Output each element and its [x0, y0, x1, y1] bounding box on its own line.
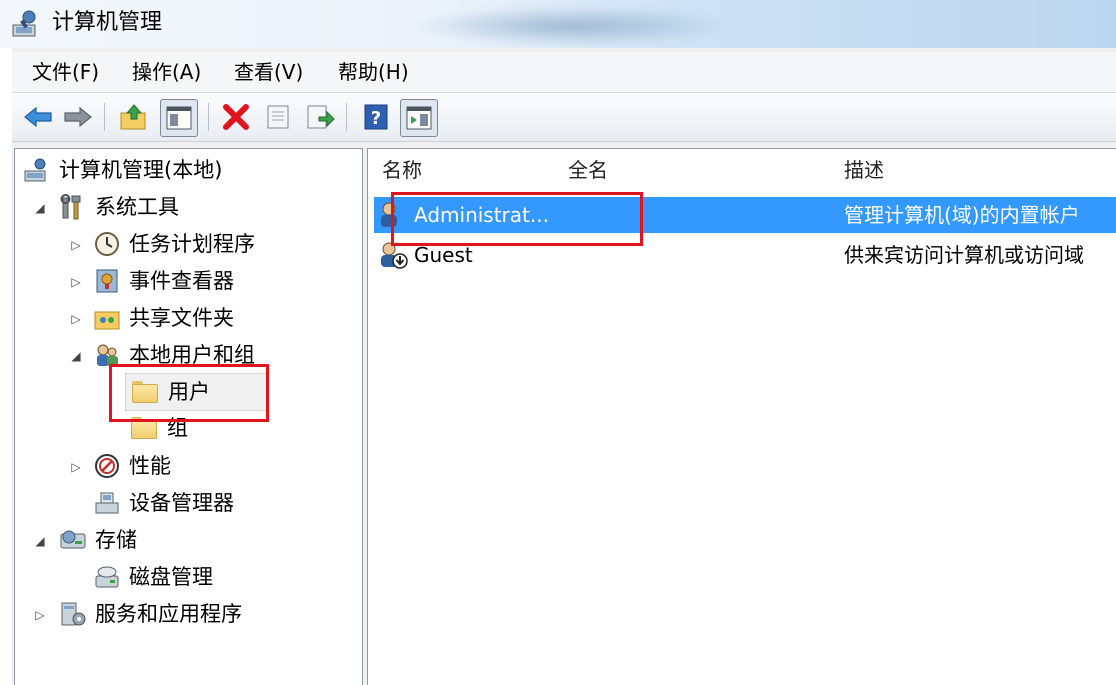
tree-item-storage[interactable]: 存储	[59, 523, 137, 557]
delete-button[interactable]	[218, 99, 254, 135]
tree-label: 事件查看器	[129, 269, 234, 293]
show-hide-action-pane-button[interactable]	[400, 99, 438, 137]
expand-arrow-icon[interactable]: ▷	[33, 608, 47, 622]
tree-label: 设备管理器	[129, 491, 234, 515]
services-icon	[61, 602, 86, 626]
menu-file[interactable]: 文件(F)	[26, 59, 105, 85]
user-list: 名称 全名 描述 Administrat... 管理计算机(域)的内置帐户 Gu…	[367, 148, 1116, 685]
svg-text:?: ?	[371, 108, 381, 129]
tree-label: 存储	[95, 528, 137, 552]
menu-help[interactable]: 帮助(H)	[332, 59, 415, 85]
expand-arrow-icon[interactable]: ▷	[69, 460, 83, 474]
tree-item-disk-management[interactable]: 磁盘管理	[93, 560, 213, 594]
toolbar-separator	[208, 103, 209, 131]
expand-arrow-icon[interactable]: ▷	[69, 238, 83, 252]
menu-action[interactable]: 操作(A)	[126, 59, 207, 85]
shared-folder-icon	[94, 311, 120, 330]
tree-label: 服务和应用程序	[95, 602, 242, 626]
computer-management-icon	[24, 158, 46, 182]
user-description: 管理计算机(域)的内置帐户	[844, 203, 1080, 227]
tree-label: 磁盘管理	[129, 565, 213, 589]
device-manager-icon	[95, 492, 119, 514]
highlight-box	[109, 364, 269, 422]
forward-arrow-icon	[64, 106, 92, 128]
collapse-arrow-icon[interactable]: ◢	[33, 201, 47, 215]
show-tree-icon	[166, 106, 192, 130]
highlight-box	[391, 192, 643, 246]
collapse-arrow-icon[interactable]: ◢	[69, 349, 83, 363]
up-folder-icon	[120, 104, 146, 130]
user-description: 供来宾访问计算机或访问域	[844, 243, 1084, 267]
tree-item-system-tools[interactable]: 系统工具	[59, 190, 179, 224]
tree-label: 系统工具	[95, 195, 179, 219]
properties-icon	[267, 105, 289, 129]
tree-label: 计算机管理(本地)	[59, 158, 223, 182]
storage-icon	[60, 530, 86, 549]
performance-icon	[95, 454, 119, 478]
clock-icon	[95, 232, 119, 256]
back-arrow-icon	[24, 106, 52, 128]
properties-button[interactable]	[260, 99, 296, 135]
help-button[interactable]: ?	[358, 99, 394, 135]
watermark	[410, 6, 730, 46]
tree-item-event-viewer[interactable]: 事件查看器	[93, 264, 234, 298]
column-header-name[interactable]: 名称	[368, 149, 555, 191]
export-list-button[interactable]	[302, 99, 338, 135]
toolbar-separator	[346, 103, 347, 131]
title-bar: 计算机管理	[0, 0, 1116, 48]
tree-label: 任务计划程序	[129, 232, 255, 256]
tree-item-shared-folders[interactable]: 共享文件夹	[93, 301, 234, 335]
collapse-arrow-icon[interactable]: ◢	[33, 534, 47, 548]
show-action-pane-icon	[406, 106, 432, 130]
disk-management-icon	[95, 566, 119, 588]
event-viewer-icon	[96, 269, 118, 293]
expand-arrow-icon[interactable]: ▷	[69, 275, 83, 289]
tools-icon	[60, 194, 81, 220]
console-tree: 计算机管理(本地) ◢ 系统工具 ▷ 任务计划程序 ▷ 事件查看器 ▷ 共享文件…	[14, 148, 363, 685]
tree-item-services-and-applications[interactable]: 服务和应用程序	[59, 597, 242, 631]
export-icon	[307, 105, 335, 129]
column-header-description[interactable]: 描述	[830, 149, 1116, 191]
window-title: 计算机管理	[52, 10, 163, 35]
tree-item-device-manager[interactable]: 设备管理器	[93, 486, 234, 520]
menu-bar: 文件(F) 操作(A) 查看(V) 帮助(H)	[12, 52, 1116, 93]
menu-view[interactable]: 查看(V)	[228, 59, 309, 85]
column-header-fullname[interactable]: 全名	[554, 149, 831, 191]
show-hide-console-tree-button[interactable]	[160, 99, 198, 137]
tree-item-task-scheduler[interactable]: 任务计划程序	[93, 227, 255, 261]
up-one-level-button[interactable]	[116, 99, 152, 135]
delete-icon	[223, 104, 249, 130]
forward-button[interactable]	[60, 99, 96, 135]
tree-label: 共享文件夹	[129, 306, 234, 330]
tree-label: 性能	[129, 454, 171, 478]
expand-arrow-icon[interactable]: ▷	[69, 312, 83, 326]
toolbar: ?	[12, 93, 1116, 142]
computer-management-icon	[12, 10, 36, 37]
help-icon: ?	[364, 104, 388, 130]
toolbar-separator	[104, 103, 105, 131]
back-button[interactable]	[20, 99, 56, 135]
tree-item-computer-management[interactable]: 计算机管理(本地)	[23, 153, 222, 187]
tree-item-performance[interactable]: 性能	[93, 449, 171, 483]
